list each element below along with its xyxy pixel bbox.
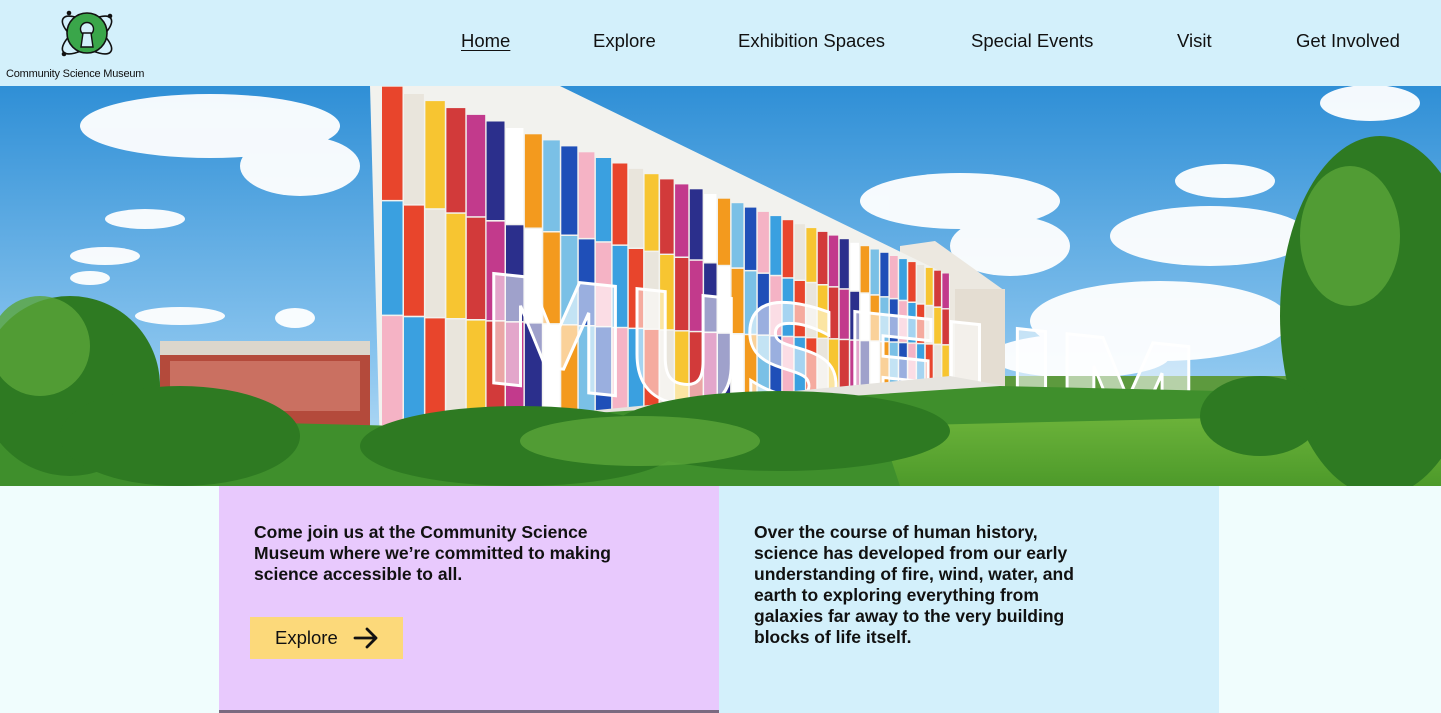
museum-building-photo: MUSEUM — [0, 86, 1441, 486]
facade-tile — [612, 163, 628, 245]
facade-tile — [744, 207, 757, 270]
explore-button-label: Explore — [275, 627, 338, 648]
nav-special-events[interactable]: Special Events — [971, 30, 1093, 52]
facade-tile — [578, 152, 595, 238]
facade-tile — [404, 205, 424, 316]
nav-home[interactable]: Home — [461, 30, 510, 52]
facade-tile — [382, 316, 403, 430]
facade-tile — [543, 140, 560, 231]
facade-tile — [486, 121, 505, 220]
facade-tile — [828, 235, 839, 287]
history-panel: Over the course of human history, scienc… — [719, 486, 1219, 713]
facade-tile — [817, 231, 828, 284]
facade-tile — [770, 216, 782, 275]
intro-text: Come join us at the Community Science Mu… — [254, 522, 611, 584]
facade-tile — [382, 86, 403, 200]
facade-tile — [524, 134, 542, 228]
nav-get-involved[interactable]: Get Involved — [1296, 30, 1400, 52]
facade-tile — [757, 211, 769, 273]
facade-tile — [628, 168, 644, 248]
facade-tile — [446, 213, 466, 318]
nav-exhibition-spaces[interactable]: Exhibition Spaces — [738, 30, 885, 52]
facade-tile — [466, 114, 486, 217]
nav-visit[interactable]: Visit — [1177, 30, 1212, 52]
facade-tile — [382, 201, 403, 315]
main-nav: Home Explore Exhibition Spaces Special E… — [0, 30, 1441, 56]
facade-tile — [404, 317, 424, 428]
explore-button[interactable]: Explore — [250, 617, 403, 659]
facade-tile — [446, 319, 466, 424]
facade-tile — [794, 224, 805, 280]
facade-tile — [704, 194, 717, 262]
facade-tile — [782, 220, 794, 278]
facade-tile — [425, 318, 445, 426]
site-header: Community Science Museum Home Explore Ex… — [0, 0, 1441, 86]
facade-tile — [446, 108, 466, 213]
facade-tile — [718, 198, 731, 265]
facade-tile — [675, 184, 689, 257]
intro-panel: Come join us at the Community Science Mu… — [219, 486, 719, 713]
facade-tile — [404, 94, 424, 205]
facade-tile — [806, 228, 817, 282]
history-text: Over the course of human history, scienc… — [754, 522, 1074, 647]
arrow-right-icon — [353, 627, 378, 649]
facade-tile — [689, 189, 703, 260]
facade-tile — [506, 128, 524, 224]
facade-tile — [425, 101, 445, 209]
facade-tile — [731, 203, 744, 268]
nav-explore[interactable]: Explore — [593, 30, 656, 52]
hero-image: MUSEUM — [0, 86, 1441, 486]
facade-tile — [425, 209, 445, 317]
facade-tile — [561, 146, 578, 235]
facade-tile — [644, 174, 659, 251]
facade-tile — [660, 179, 674, 254]
logo-wordmark: Community Science Museum — [6, 68, 145, 80]
facade-tile — [595, 158, 612, 242]
